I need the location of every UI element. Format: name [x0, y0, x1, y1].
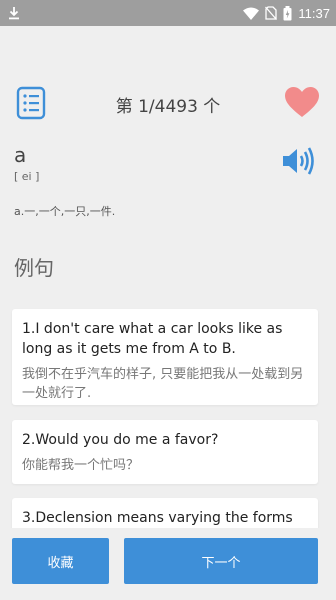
- next-button[interactable]: 下一个: [124, 538, 318, 584]
- word-text: a: [14, 143, 27, 167]
- speaker-icon: [281, 146, 315, 180]
- word-phonetic: [ ei ]: [14, 170, 40, 183]
- example-english: 1.I don't care what a car looks like as …: [22, 321, 283, 357]
- word-counter: 第 1/4493 个: [115, 97, 221, 117]
- heart-icon: [284, 86, 320, 122]
- collect-button[interactable]: 收藏: [12, 538, 109, 584]
- examples-title: 例句: [14, 256, 54, 280]
- bottom-action-bar: 收藏 下一个: [0, 528, 336, 600]
- word-meaning: a.一,一个,一只,一件.: [14, 205, 116, 218]
- download-icon: [8, 6, 20, 20]
- no-sim-icon: [265, 6, 278, 20]
- battery-icon: [283, 5, 292, 21]
- pronounce-button[interactable]: [280, 146, 316, 180]
- example-chinese: 你能帮我一个忙吗？: [22, 458, 140, 473]
- word-list-button[interactable]: [14, 86, 48, 124]
- list-icon: [16, 86, 46, 124]
- status-time: 11:37: [298, 5, 330, 21]
- example-card[interactable]: 2.Would you do me a favor? 你能帮我一个忙吗？: [12, 420, 318, 484]
- favorite-button[interactable]: [282, 84, 322, 124]
- wifi-icon: [243, 7, 260, 20]
- example-card[interactable]: 1.I don't care what a car looks like as …: [12, 309, 318, 405]
- example-english: 2.Would you do me a favor?: [22, 432, 219, 448]
- status-bar: 11:37: [0, 0, 336, 26]
- header: 第 1/4493 个: [0, 80, 336, 132]
- example-chinese: 我倒不在乎汽车的样子, 只要能把我从一处载到另一处就行了.: [22, 367, 304, 401]
